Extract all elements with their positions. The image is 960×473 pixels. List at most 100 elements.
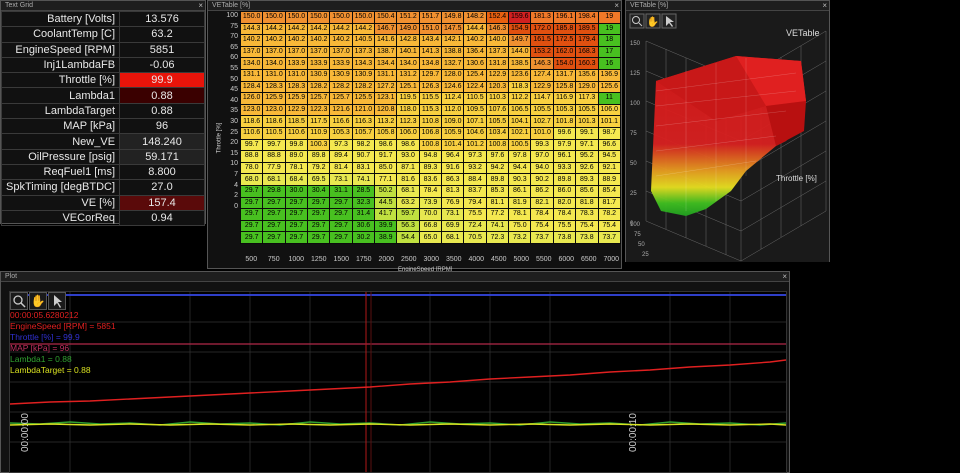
text-grid-row[interactable]: MAP [kPa] 96 — [0, 118, 205, 135]
ve-cell[interactable]: 81.1 — [485, 196, 510, 210]
ve-cell[interactable]: 136.4 — [463, 45, 487, 59]
ve-cell[interactable]: 112.4 — [441, 92, 465, 105]
ve-cell[interactable]: 30.4 — [307, 184, 331, 198]
ve-cell[interactable]: 79.2 — [307, 161, 331, 175]
ve-cell[interactable]: 81.9 — [508, 196, 532, 210]
close-icon[interactable]: × — [782, 272, 787, 281]
ve-cell[interactable]: 150.0 — [284, 11, 309, 24]
ve-cell[interactable]: 73.8 — [575, 231, 599, 244]
ve-cell[interactable]: 133.9 — [284, 57, 309, 70]
text-grid-row[interactable]: VE [%] 157.4 — [0, 194, 205, 211]
ve-cell[interactable]: 77.2 — [485, 208, 510, 221]
close-icon[interactable]: × — [822, 1, 827, 10]
ve-cell[interactable]: 88.8 — [239, 150, 264, 163]
ve-cell[interactable]: 29.7 — [239, 184, 264, 198]
ve-cell[interactable]: 89.0 — [284, 150, 309, 163]
ve-cell[interactable]: 122.9 — [284, 103, 309, 117]
ve-cell[interactable]: 141.6 — [374, 34, 398, 47]
text-grid-row[interactable]: New_VE 148.240 — [0, 133, 205, 150]
ve-cell[interactable]: 83.7 — [463, 184, 487, 198]
ve-cell[interactable]: 137.3 — [351, 45, 376, 59]
ve-cell[interactable]: 89.3 — [418, 161, 443, 175]
ve-cell[interactable]: 126.0 — [239, 92, 264, 105]
ve-cell[interactable]: 88.9 — [597, 173, 621, 186]
ve-cell[interactable]: 138.7 — [374, 45, 398, 59]
ve-cell[interactable]: 85.0 — [374, 161, 398, 175]
ve-cell[interactable]: 89.3 — [575, 173, 599, 186]
ve-cell[interactable]: 125.8 — [552, 80, 577, 94]
ve-cell[interactable]: 150.0 — [262, 11, 286, 24]
ve-cell[interactable]: 122.9 — [485, 68, 510, 82]
ve-cell[interactable]: 72.3 — [485, 231, 510, 244]
ve-cell[interactable]: 73.9 — [418, 196, 443, 210]
ve-cell[interactable]: 97.9 — [552, 138, 577, 152]
ve-cell[interactable]: 127.4 — [530, 68, 554, 82]
ve-cell[interactable]: 110.6 — [284, 126, 309, 140]
ve-cell[interactable]: 137.0 — [284, 45, 309, 59]
ve-cell[interactable]: 81.4 — [329, 161, 353, 175]
ve-cell[interactable]: 81.3 — [441, 184, 465, 198]
ve-cell[interactable]: 123.0 — [239, 103, 264, 117]
ve-cell[interactable]: 134.0 — [396, 57, 420, 70]
ve-cell[interactable]: 131.0 — [284, 68, 309, 82]
ve-cell[interactable]: 66.8 — [418, 219, 443, 233]
ve-cell[interactable]: 125.4 — [463, 68, 487, 82]
ve-cell[interactable]: 150.4 — [374, 11, 398, 24]
text-grid-row[interactable]: Inj1LambdaFB -0.06 — [0, 56, 205, 74]
ve-cell[interactable]: 128.2 — [307, 80, 331, 94]
ve-cell[interactable]: 117.3 — [575, 92, 599, 105]
ve-cell[interactable]: 77.9 — [262, 161, 286, 175]
ve-cell[interactable]: 31.1 — [329, 184, 353, 198]
ve-cell[interactable]: 142.1 — [441, 34, 465, 47]
ve-cell[interactable]: 130.9 — [329, 68, 353, 82]
ve-cell[interactable]: 90.2 — [530, 173, 554, 186]
text-grid-row[interactable]: OilPressure [psig] 59.171 — [0, 148, 205, 165]
ve-cell[interactable]: 70.5 — [463, 231, 487, 244]
ve-cell[interactable]: 86.3 — [441, 173, 465, 186]
ve-cell[interactable]: 110.3 — [485, 92, 510, 105]
ve-3d-surface[interactable]: ✋ VETable Throttle [%] 15012510075502501… — [626, 11, 829, 262]
ve-cell[interactable]: 137.0 — [262, 45, 286, 59]
ve-cell[interactable]: 75.4 — [597, 219, 621, 233]
ve-cell[interactable]: 11 — [597, 92, 621, 105]
ve-cell[interactable]: 104.1 — [508, 115, 532, 128]
ve-cell[interactable]: 39.9 — [374, 219, 398, 233]
ve-cell[interactable]: 78.3 — [575, 208, 599, 221]
text-grid-row[interactable]: VECorReq 0.94 — [0, 209, 205, 227]
ve-cell[interactable]: 82.0 — [552, 196, 577, 210]
ve-cell[interactable]: 69.9 — [441, 219, 465, 233]
ve-cell[interactable]: 105.8 — [374, 126, 398, 140]
ve-cell[interactable]: 140.0 — [485, 34, 510, 47]
ve-cell[interactable]: 78.2 — [597, 208, 621, 221]
ve-cell[interactable]: 126.3 — [418, 80, 443, 94]
ve-cell[interactable]: 99.3 — [530, 138, 554, 152]
ve-cell[interactable]: 29.7 — [307, 231, 331, 244]
ve-cell[interactable]: 144.4 — [463, 22, 487, 36]
ve-cell[interactable]: 98.7 — [597, 126, 621, 140]
ve-cell[interactable]: 138.5 — [508, 57, 532, 70]
ve-cell[interactable]: 123.1 — [374, 92, 398, 105]
ve-cell[interactable]: 29.8 — [262, 184, 286, 198]
ve-cell[interactable]: 99.1 — [575, 126, 599, 140]
ve-cell[interactable]: 29.7 — [239, 196, 264, 210]
ve-cell[interactable]: 73.7 — [597, 231, 621, 244]
ve-cell[interactable]: 144.2 — [284, 22, 309, 36]
ve-cell[interactable]: 19 — [597, 22, 621, 36]
ve-cell[interactable]: 123.6 — [508, 68, 532, 82]
ve-cell[interactable]: 125.1 — [396, 80, 420, 94]
ve-cell[interactable]: 81.6 — [396, 173, 420, 186]
ve-cell[interactable]: 105.3 — [552, 103, 577, 117]
ve-cell[interactable]: 189.5 — [575, 22, 599, 36]
ve-cell[interactable]: 128.0 — [441, 68, 465, 82]
ve-cell[interactable]: 68.1 — [262, 173, 286, 186]
ve-cell[interactable]: 179.4 — [575, 34, 599, 47]
ve-cell[interactable]: 99.7 — [239, 138, 264, 152]
ve-cell[interactable]: 181.3 — [530, 11, 554, 24]
ve-cell[interactable]: 125.5 — [351, 92, 376, 105]
ve-cell[interactable]: 105.7 — [351, 126, 376, 140]
ve-cell[interactable]: 97.3 — [463, 150, 487, 163]
ve-cell[interactable]: 78.4 — [530, 208, 554, 221]
ve-cell[interactable]: 137.3 — [485, 45, 510, 59]
text-grid-row[interactable]: ReqFuel1 [ms] 8.800 — [0, 163, 205, 181]
ve-cell[interactable]: 78.4 — [552, 208, 577, 221]
